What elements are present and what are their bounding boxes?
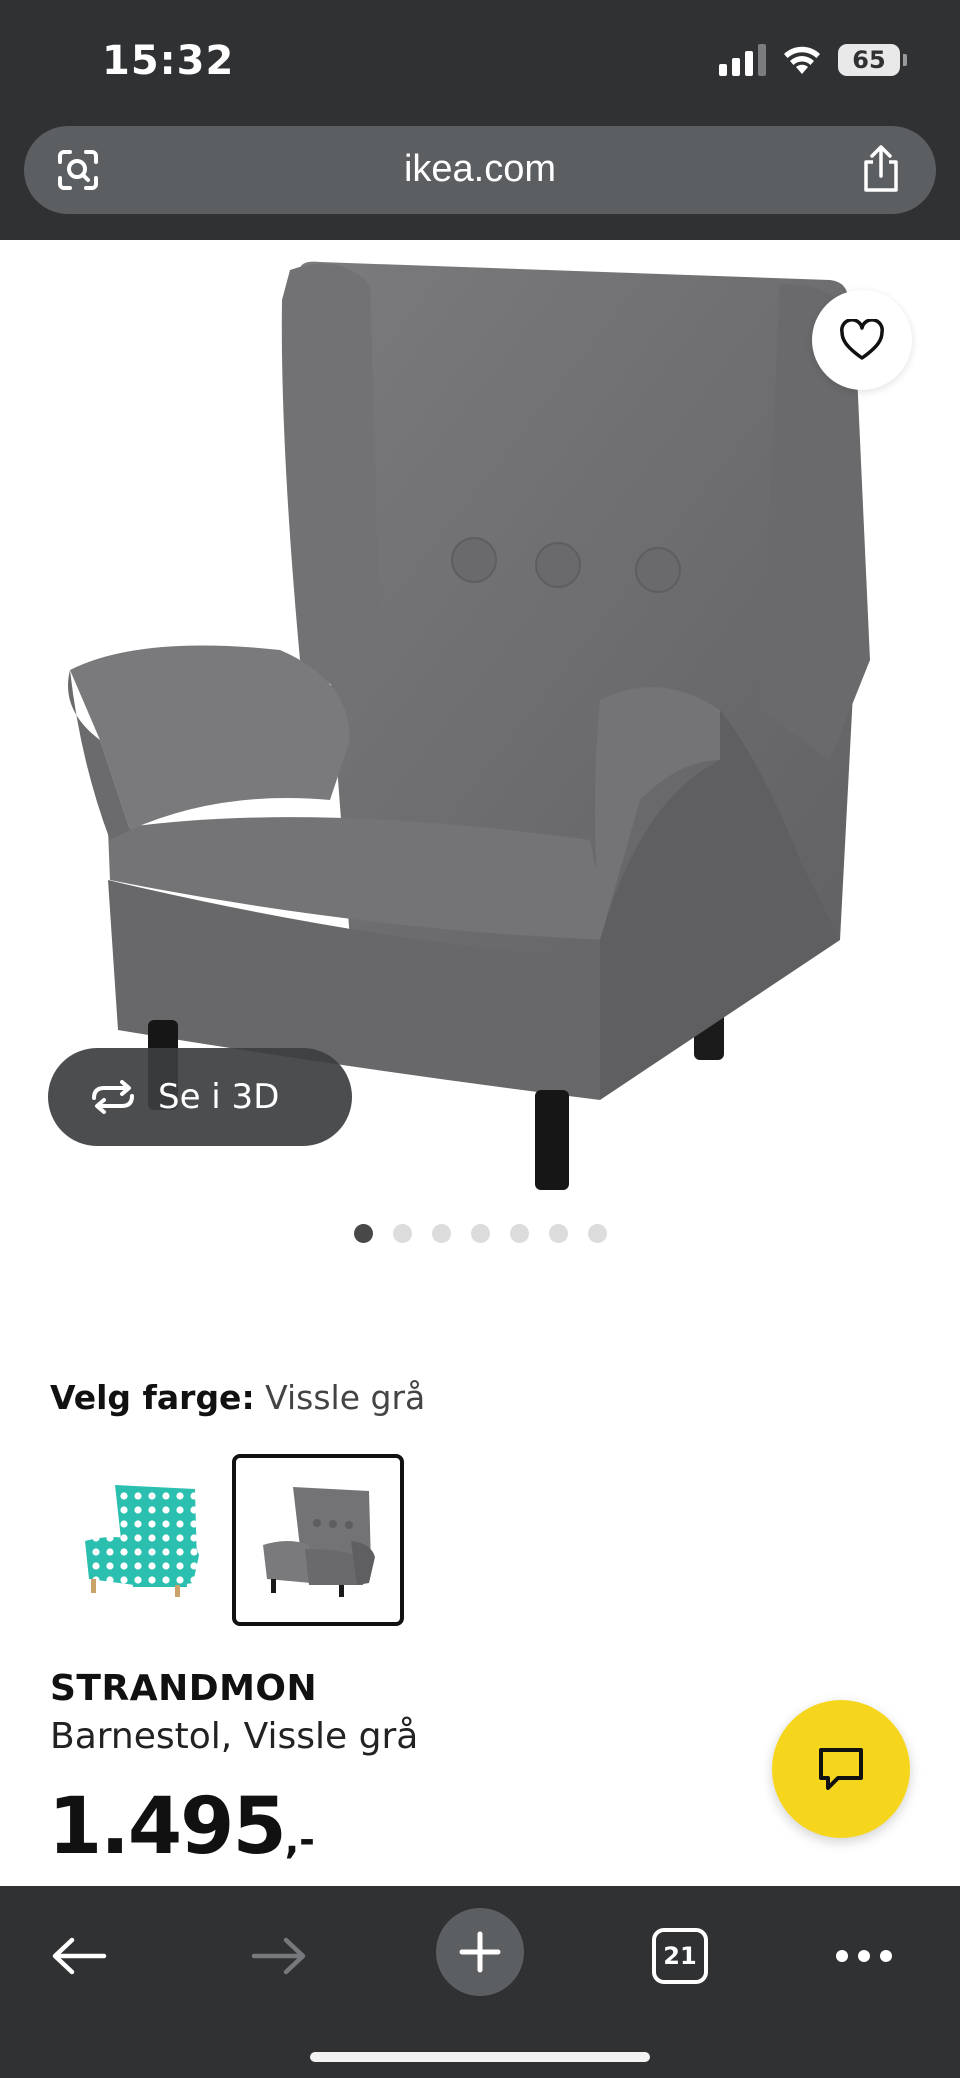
view-3d-button[interactable]: Se i 3D [48,1048,352,1146]
chat-button[interactable] [772,1700,910,1838]
carousel-dot[interactable] [509,1224,529,1243]
product-price: 1.495,- [48,1782,315,1872]
color-label-title: Velg farge: [50,1378,255,1417]
url-text[interactable]: ikea.com [24,148,936,191]
price-value: 1.495 [48,1782,287,1872]
product-description: Barnestol, Vissle grå [50,1716,419,1757]
more-dots-icon [836,1950,892,1962]
wifi-icon [784,46,820,74]
tab-count: 21 [652,1928,708,1984]
carousel-dot[interactable] [548,1224,568,1243]
rotate-icon [92,1080,134,1114]
color-label-value: Vissle grå [265,1378,426,1417]
turquoise-chair-thumbnail [85,1485,199,1597]
favorite-button[interactable] [812,290,912,390]
new-tab-button[interactable] [436,1908,524,1996]
plus-icon [459,1931,501,1973]
tabs-button[interactable]: 21 [650,1920,710,1992]
browser-top-bar: 15:32 65 ikea.com [0,0,960,240]
carousel-dot[interactable] [470,1224,490,1243]
price-suffix: ,- [284,1818,315,1862]
status-time: 15:32 [102,38,235,84]
forward-button[interactable] [244,1920,314,1992]
more-button[interactable] [832,1920,896,1992]
carousel-dot[interactable] [431,1224,451,1243]
cellular-signal-icon [719,44,766,76]
address-bar[interactable]: ikea.com [24,126,936,214]
back-arrow-icon [52,1937,107,1975]
chat-icon [819,1748,863,1790]
color-option-turquoise[interactable] [54,1454,226,1626]
forward-arrow-icon [251,1937,306,1975]
status-icons: 65 [719,44,907,76]
gray-chair-thumbnail [263,1487,375,1597]
carousel-dot[interactable] [587,1224,607,1243]
product-name: STRANDMON [50,1668,318,1709]
carousel-dot[interactable] [392,1224,412,1243]
carousel-dot[interactable] [353,1224,373,1243]
carousel-indicator [0,1224,960,1243]
color-option-vissle-gray[interactable] [232,1454,404,1626]
view-3d-label: Se i 3D [158,1077,280,1117]
battery-icon: 65 [838,44,907,76]
back-button[interactable] [44,1920,114,1992]
heart-icon [840,319,884,360]
home-indicator [310,2052,650,2062]
browser-bottom-toolbar: 21 [0,1886,960,2078]
color-selector-label: Velg farge: Vissle grå [50,1378,425,1417]
share-icon[interactable] [858,144,904,194]
